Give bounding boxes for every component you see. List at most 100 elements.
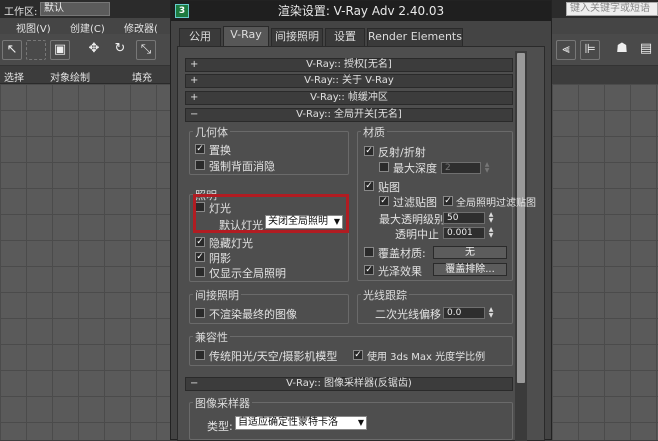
group-compatibility-title: 兼容性 (193, 329, 230, 345)
shadows-checkbox[interactable]: ✓ (195, 252, 205, 262)
group-materials-title: 材质 (361, 124, 387, 140)
spinner-arrows-icon[interactable]: ▲ ▼ (487, 212, 495, 224)
rollout-framebuffer[interactable]: + V-Ray:: 帧缓冲区 (185, 91, 513, 105)
sampler-type-select[interactable]: 自适应确定性蒙特卡洛 ▼ (235, 416, 367, 430)
sampler-type-value: 自适应确定性蒙特卡洛 (238, 417, 338, 428)
tab-settings[interactable]: 设置 (325, 28, 365, 46)
show-gi-only-checkbox[interactable] (195, 267, 205, 277)
transp-cutoff-spinner[interactable]: 0.001 (443, 227, 485, 239)
force-backface-label: 强制背面消隐 (209, 160, 275, 173)
sampler-type-label: 类型: (207, 420, 233, 433)
dialog-title: 渲染设置: V-Ray Adv 2.40.03 (277, 4, 445, 18)
group-indirect-title: 间接照明 (193, 287, 241, 303)
maps-label: 贴图 (378, 181, 400, 194)
ribbon-tab-object-paint[interactable]: 对象绘制 (50, 69, 90, 84)
dont-render-final-checkbox[interactable] (195, 308, 205, 318)
expand-plus-icon: + (190, 92, 199, 103)
group-image-sampler-title: 图像采样器 (193, 395, 252, 411)
tab-vray[interactable]: V-Ray (223, 26, 269, 47)
collapse-minus-icon: − (190, 378, 199, 389)
override-exclude-button[interactable]: 覆盖排除... (433, 263, 507, 276)
filter-maps-label: 过滤贴图 (393, 196, 437, 209)
menu-modifiers[interactable]: 修改器( (124, 20, 158, 35)
panel-scrollbar-thumb[interactable] (517, 53, 525, 383)
shadows-label: 阴影 (209, 252, 231, 265)
override-mtl-checkbox[interactable] (364, 247, 374, 257)
reflect-refract-checkbox[interactable]: ✓ (364, 146, 374, 156)
spinner-arrows-icon[interactable]: ▲ ▼ (487, 227, 495, 239)
max-transp-spinner[interactable]: 50 (443, 212, 485, 224)
expand-plus-icon: + (190, 59, 199, 70)
dialog-title-bar[interactable]: 3 渲染设置: V-Ray Adv 2.40.03 (171, 1, 551, 21)
tab-render-elements[interactable]: Render Elements (367, 28, 463, 46)
search-input[interactable]: 键入关键字或短语 (566, 2, 658, 16)
viewport-right[interactable] (552, 84, 658, 440)
displacement-checkbox[interactable]: ✓ (195, 144, 205, 154)
dont-render-final-label: 不渲染最终的图像 (209, 308, 297, 321)
select-icon[interactable]: ↖ (2, 40, 22, 60)
show-gi-only-label: 仅显示全局照明 (209, 267, 286, 280)
hidden-lights-checkbox[interactable]: ✓ (195, 237, 205, 247)
rollout-license[interactable]: + V-Ray:: 授权[无名] (185, 58, 513, 72)
viewport-left[interactable] (0, 84, 170, 440)
override-mtl-button[interactable]: 无 (433, 246, 507, 259)
rollout-framebuffer-title: V-Ray:: 帧缓冲区 (310, 92, 388, 103)
max-depth-label: 最大深度 (393, 162, 437, 175)
rollout-image-sampler-title: V-Ray:: 图像采样器(反锯齿) (286, 378, 412, 389)
max-transp-label: 最大透明级别 (379, 213, 445, 226)
scale-icon[interactable]: ⤡ (136, 40, 156, 60)
glossy-effects-checkbox[interactable]: ✓ (364, 265, 374, 275)
rollout-global-switches[interactable]: − V-Ray:: 全局开关[无名] (185, 108, 513, 122)
group-geometry-title: 几何体 (193, 124, 230, 140)
render-setup-dialog: 3 渲染设置: V-Ray Adv 2.40.03 公用 V-Ray 间接照明 … (170, 0, 552, 441)
move-icon[interactable]: ✥ (84, 40, 104, 60)
ribbon-strip: 选择 对象绘制 填充 (0, 66, 170, 84)
rotate-icon[interactable]: ↻ (110, 40, 130, 60)
menu-view[interactable]: 视图(V) (16, 20, 51, 35)
hidden-lights-label: 隐藏灯光 (209, 237, 253, 250)
spinner-arrows-icon[interactable]: ▲ ▼ (483, 162, 491, 174)
glossy-effects-label: 光泽效果 (378, 265, 422, 278)
spinner-arrows-icon[interactable]: ▲ ▼ (487, 307, 495, 319)
menu-create[interactable]: 创建(C) (70, 20, 105, 35)
tab-common[interactable]: 公用 (179, 28, 221, 46)
region-select-icon[interactable] (26, 40, 46, 60)
align-icon[interactable]: ⊫ (580, 40, 600, 60)
expand-plus-icon: + (190, 75, 199, 86)
rollout-global-switches-title: V-Ray:: 全局开关[无名] (296, 109, 402, 120)
workspace-value: 默认 (44, 3, 64, 14)
rollout-about[interactable]: + V-Ray:: 关于 V-Ray (185, 74, 513, 88)
rollout-license-title: V-Ray:: 授权[无名] (306, 59, 392, 70)
legacy-sun-checkbox[interactable] (195, 350, 205, 360)
chevron-down-icon: ▼ (357, 418, 364, 427)
secondary-bias-spinner[interactable]: 0.0 (443, 307, 485, 319)
maps-checkbox[interactable]: ✓ (364, 181, 374, 191)
use-3dsmax-scale-checkbox[interactable]: ✓ (353, 350, 363, 360)
collapse-minus-icon: − (190, 109, 199, 120)
displacement-label: 置换 (209, 144, 231, 157)
max-depth-spinner[interactable]: 2 (441, 162, 481, 174)
filter-maps-gi-checkbox[interactable]: ✓ (443, 196, 453, 206)
group-raytracing-title: 光线跟踪 (361, 287, 409, 303)
reflect-refract-label: 反射/折射 (378, 146, 426, 159)
render-frame-icon[interactable]: ▤ (636, 40, 656, 60)
ribbon-tab-select[interactable]: 选择 (4, 69, 24, 84)
filter-maps-checkbox[interactable]: ✓ (379, 196, 389, 206)
render-setup-icon[interactable]: ☗ (612, 40, 632, 60)
ribbon-tab-populate[interactable]: 填充 (132, 69, 152, 84)
override-mtl-label: 覆盖材质: (378, 247, 426, 260)
window-crossing-icon[interactable]: ▣ (50, 40, 70, 60)
max-depth-checkbox[interactable] (379, 162, 389, 172)
filter-maps-gi-label: 全局照明过滤贴图 (456, 198, 536, 209)
rollout-image-sampler[interactable]: − V-Ray:: 图像采样器(反锯齿) (185, 377, 513, 391)
workspace-dropdown[interactable]: 默认 (40, 2, 110, 16)
tab-indirect-illumination[interactable]: 间接照明 (271, 28, 323, 46)
transp-cutoff-label: 透明中止 (395, 228, 439, 241)
force-backface-checkbox[interactable] (195, 160, 205, 170)
ribbon-strip-right (552, 66, 658, 84)
secondary-bias-label: 二次光线偏移 (375, 308, 441, 321)
legacy-sun-label: 传统阳光/天空/摄影机模型 (209, 350, 338, 363)
workspace-label: 工作区: (4, 7, 38, 18)
mirror-icon[interactable]: ⫷ (556, 40, 576, 60)
annotation-highlight-box (193, 194, 349, 233)
